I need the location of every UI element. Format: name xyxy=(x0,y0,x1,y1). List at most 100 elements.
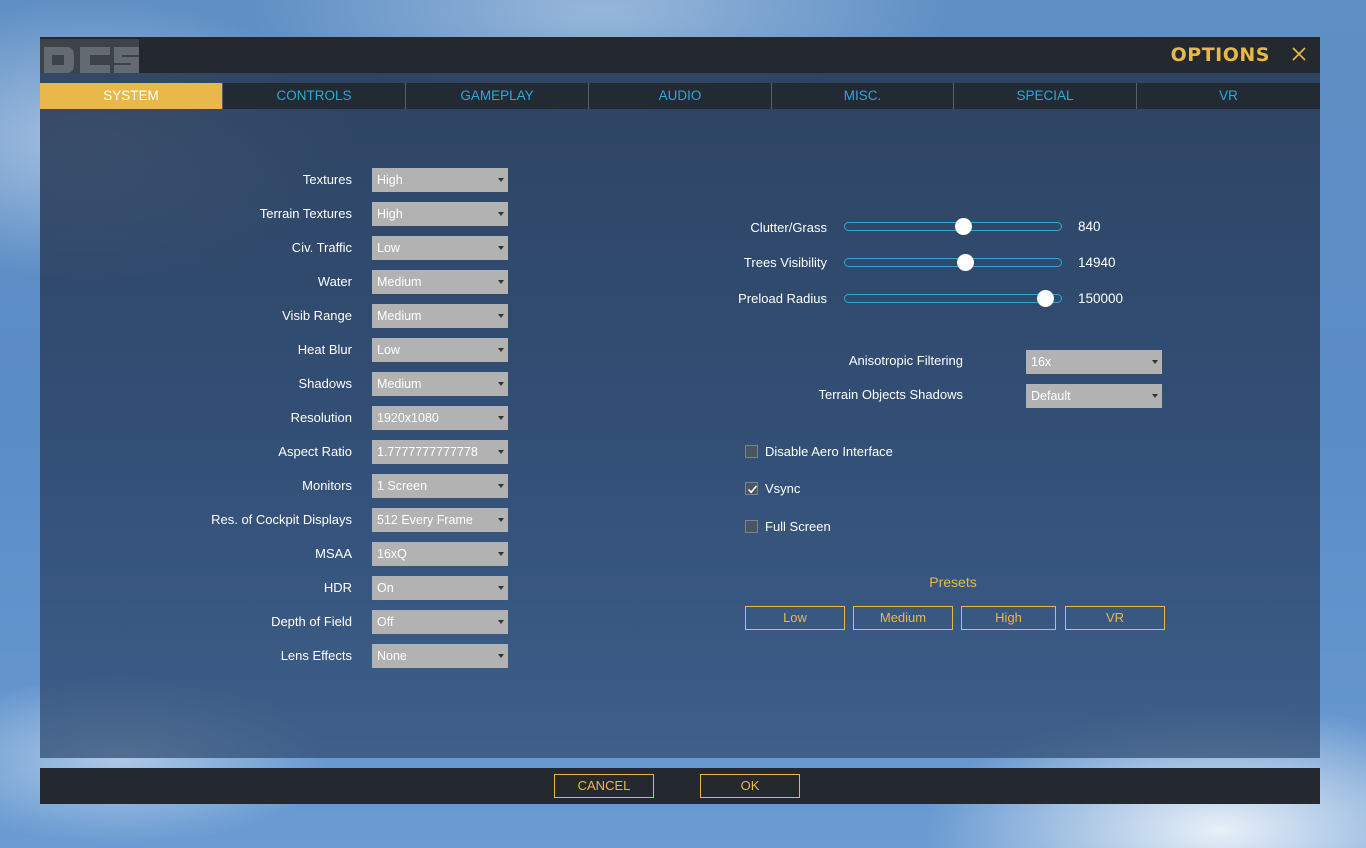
presets-title: Presets xyxy=(929,574,977,590)
dropdown-value: Medium xyxy=(377,275,422,289)
setting-label-resolution: Resolution xyxy=(290,410,352,425)
tab-special[interactable]: SPECIAL xyxy=(954,83,1137,109)
chevron-down-icon xyxy=(498,416,504,420)
dcs-logo xyxy=(40,39,139,73)
chevron-down-icon xyxy=(498,450,504,454)
setting-label-depth-of-field: Depth of Field xyxy=(271,614,352,629)
setting-label-anisotropic-filtering: Anisotropic Filtering xyxy=(848,353,963,368)
preset-low-button[interactable]: Low xyxy=(745,606,845,630)
vsync-checkbox[interactable] xyxy=(745,482,758,495)
civ-traffic-dropdown[interactable]: Low xyxy=(372,236,508,260)
preload-radius-slider[interactable] xyxy=(844,294,1062,303)
tab-bar: SYSTEM CONTROLS GAMEPLAY AUDIO MISC. SPE… xyxy=(40,83,1320,109)
terrain-textures-dropdown[interactable]: High xyxy=(372,202,508,226)
hdr-dropdown[interactable]: On xyxy=(372,576,508,600)
dropdown-value: 1.7777777777778 xyxy=(377,445,478,459)
setting-label-monitors: Monitors xyxy=(302,478,352,493)
lens-effects-dropdown[interactable]: None xyxy=(372,644,508,668)
preset-vr-button[interactable]: VR xyxy=(1065,606,1165,630)
slider-label-trees-visibility: Trees Visibility xyxy=(743,255,827,270)
checkbox-label-vsync: Vsync xyxy=(765,481,801,496)
water-dropdown[interactable]: Medium xyxy=(372,270,508,294)
disable-aero-interface-checkbox[interactable] xyxy=(745,445,758,458)
dropdown-value: Off xyxy=(377,615,394,629)
clutter-grass-slider-knob[interactable] xyxy=(954,218,972,235)
chevron-down-icon xyxy=(498,348,504,352)
chevron-down-icon xyxy=(1152,394,1158,398)
chevron-down-icon xyxy=(498,280,504,284)
tab-misc[interactable]: MISC. xyxy=(772,83,954,109)
clutter-grass-slider[interactable] xyxy=(844,222,1062,231)
chevron-down-icon xyxy=(498,586,504,590)
chevron-down-icon xyxy=(498,382,504,386)
dropdown-value: 16x xyxy=(1031,355,1052,369)
dropdown-value: Medium xyxy=(377,309,422,323)
chevron-down-icon xyxy=(498,620,504,624)
setting-label-textures: Textures xyxy=(302,172,352,187)
checkbox-label-full-screen: Full Screen xyxy=(765,519,831,534)
cockpit-displays-dropdown[interactable]: 512 Every Frame xyxy=(372,508,508,532)
checkbox-label-disable-aero: Disable Aero Interface xyxy=(765,444,893,459)
preset-high-button[interactable]: High xyxy=(961,606,1056,630)
shadows-dropdown[interactable]: Medium xyxy=(372,372,508,396)
depth-of-field-dropdown[interactable]: Off xyxy=(372,610,508,634)
chevron-down-icon xyxy=(498,178,504,182)
setting-label-lens-effects: Lens Effects xyxy=(280,648,352,663)
dropdown-value: Low xyxy=(377,343,400,357)
setting-label-water: Water xyxy=(317,274,352,289)
textures-dropdown[interactable]: High xyxy=(372,168,508,192)
preload-radius-value: 150000 xyxy=(1078,291,1124,306)
chevron-down-icon xyxy=(498,654,504,658)
dropdown-value: High xyxy=(377,207,403,221)
chevron-down-icon xyxy=(498,552,504,556)
preload-radius-slider-knob[interactable] xyxy=(1036,290,1054,307)
setting-label-shadows: Shadows xyxy=(298,376,352,391)
setting-label-terrain-textures: Terrain Textures xyxy=(259,206,352,221)
dropdown-value: 1 Screen xyxy=(377,479,428,493)
chevron-down-icon xyxy=(498,518,504,522)
dropdown-value: Low xyxy=(377,241,400,255)
chevron-down-icon xyxy=(498,314,504,318)
trees-visibility-value: 14940 xyxy=(1078,255,1116,270)
chevron-down-icon xyxy=(1152,360,1158,364)
chevron-down-icon xyxy=(498,246,504,250)
tab-audio[interactable]: AUDIO xyxy=(589,83,772,109)
tab-vr[interactable]: VR xyxy=(1137,83,1320,109)
setting-label-civ-traffic: Civ. Traffic xyxy=(291,240,352,255)
dropdown-value: Default xyxy=(1031,389,1071,403)
trees-visibility-slider-knob[interactable] xyxy=(956,254,974,271)
full-screen-checkbox[interactable] xyxy=(745,520,758,533)
slider-label-preload-radius: Preload Radius xyxy=(738,291,827,306)
close-icon[interactable] xyxy=(1290,45,1308,63)
msaa-dropdown[interactable]: 16xQ xyxy=(372,542,508,566)
setting-label-terrain-objects-shadows: Terrain Objects Shadows xyxy=(818,387,963,402)
terrain-objects-shadows-dropdown[interactable]: Default xyxy=(1026,384,1162,408)
aspect-ratio-dropdown[interactable]: 1.7777777777778 xyxy=(372,440,508,464)
title-bar: OPTIONS xyxy=(40,37,1320,73)
dropdown-value: 1920x1080 xyxy=(377,411,439,425)
setting-label-hdr: HDR xyxy=(323,580,352,595)
tab-gameplay[interactable]: GAMEPLAY xyxy=(406,83,589,109)
resolution-dropdown[interactable]: 1920x1080 xyxy=(372,406,508,430)
tab-controls[interactable]: CONTROLS xyxy=(223,83,406,109)
chevron-down-icon xyxy=(498,484,504,488)
visib-range-dropdown[interactable]: Medium xyxy=(372,304,508,328)
anisotropic-filtering-dropdown[interactable]: 16x xyxy=(1026,350,1162,374)
monitors-dropdown[interactable]: 1 Screen xyxy=(372,474,508,498)
trees-visibility-slider[interactable] xyxy=(844,258,1062,267)
setting-label-aspect-ratio: Aspect Ratio xyxy=(278,444,352,459)
tab-system[interactable]: SYSTEM xyxy=(40,83,223,109)
heat-blur-dropdown[interactable]: Low xyxy=(372,338,508,362)
dropdown-value: 16xQ xyxy=(377,547,407,561)
setting-label-heat-blur: Heat Blur xyxy=(297,342,352,357)
preset-medium-button[interactable]: Medium xyxy=(853,606,953,630)
dropdown-value: On xyxy=(377,581,394,595)
dropdown-value: None xyxy=(377,649,407,663)
clutter-grass-value: 840 xyxy=(1078,219,1101,234)
check-icon xyxy=(747,485,758,494)
setting-label-cockpit-displays: Res. of Cockpit Displays xyxy=(211,512,352,527)
cancel-button[interactable]: CANCEL xyxy=(554,774,654,798)
setting-label-visib-range: Visib Range xyxy=(282,308,352,323)
window-title: OPTIONS xyxy=(1170,44,1270,66)
ok-button[interactable]: OK xyxy=(700,774,800,798)
